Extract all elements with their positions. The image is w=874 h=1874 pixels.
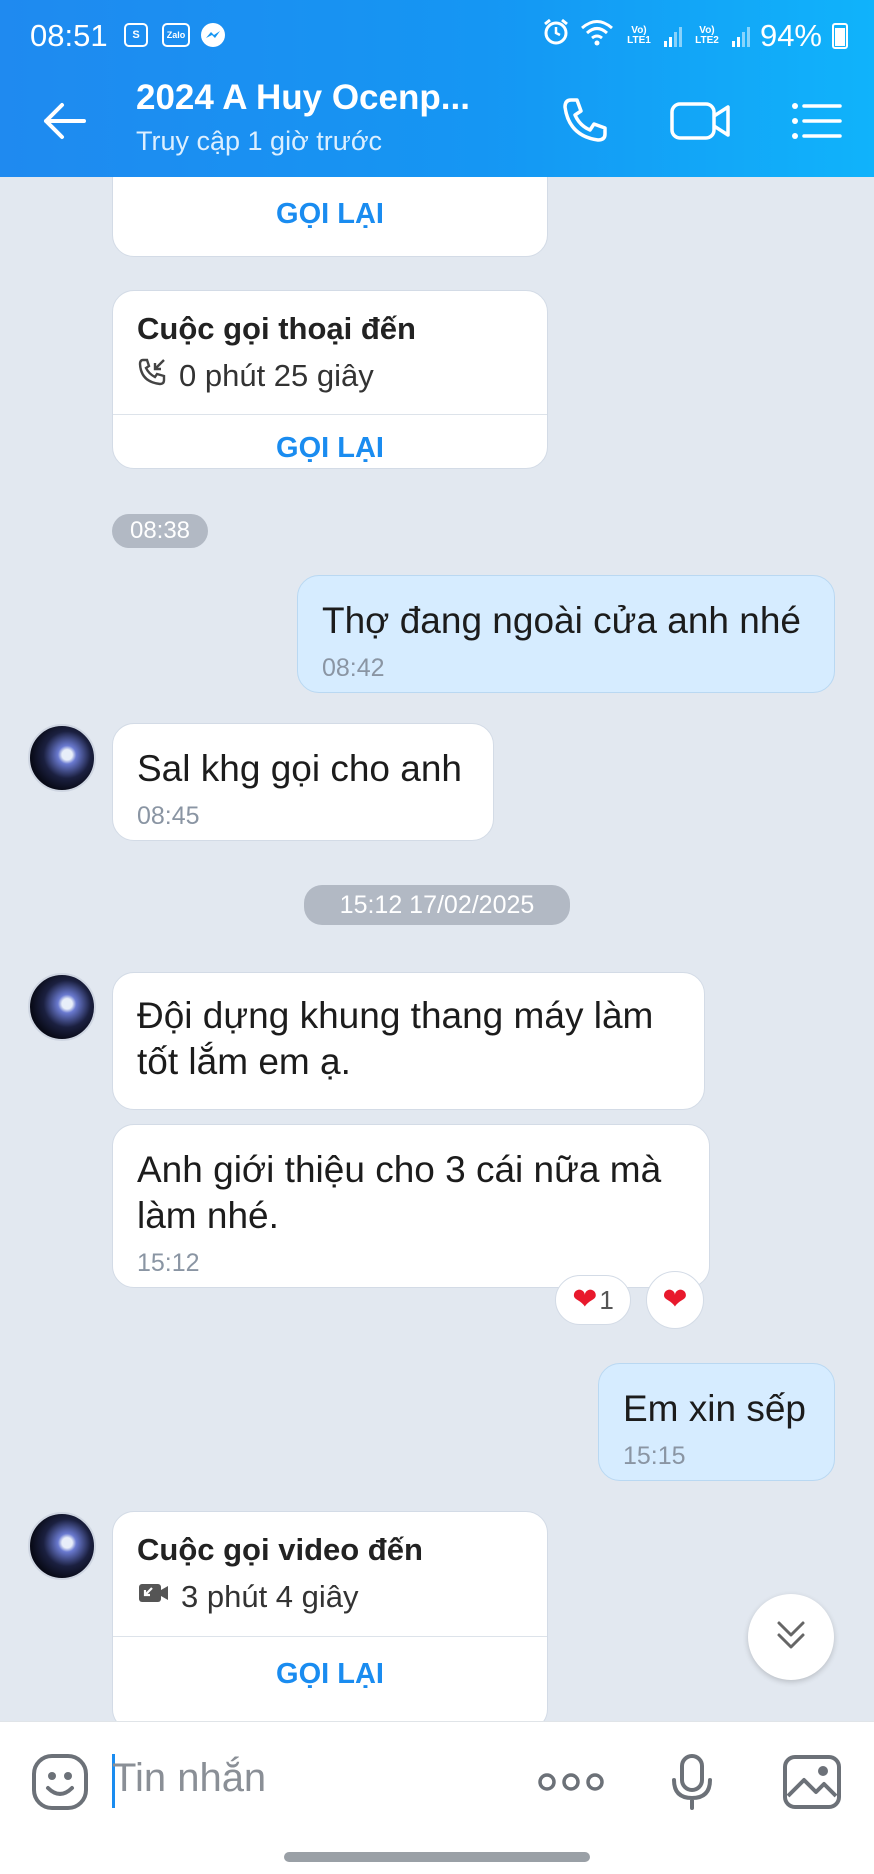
divider [113, 1636, 547, 1637]
wifi-icon [580, 18, 614, 54]
message-time: 08:42 [322, 654, 385, 682]
incoming-message[interactable]: Đội dựng khung thang máy làm tốt lắm em … [112, 972, 705, 1110]
double-chevron-down-icon [773, 1617, 809, 1658]
message-input[interactable]: Tin nhắn [112, 1756, 266, 1801]
video-call-icon[interactable] [668, 92, 734, 150]
message-text: Em xin sếp [623, 1388, 807, 1429]
message-time: 15:15 [623, 1442, 686, 1470]
call-back-button[interactable]: GỌI LẠI [113, 1658, 547, 1691]
top-bar: 08:51 S Zalo Vo) LTE1 Vo) LTE2 94% 2024 … [0, 0, 874, 177]
home-indicator[interactable] [284, 1852, 590, 1862]
signal-2-icon [731, 25, 750, 47]
incoming-call-icon [137, 357, 167, 395]
avatar[interactable] [28, 724, 96, 792]
message-time: 15:12 [137, 1249, 200, 1277]
microphone-icon[interactable] [660, 1750, 724, 1814]
composer-bar: Tin nhắn [0, 1721, 874, 1874]
incoming-message[interactable]: Sal khg gọi cho anh 08:45 [112, 723, 494, 841]
last-seen-status: Truy cập 1 giờ trước [136, 126, 383, 156]
call-card: GỌI LẠI [112, 177, 548, 257]
battery-icon [832, 23, 848, 49]
status-bar: 08:51 S Zalo Vo) LTE1 Vo) LTE2 94% [0, 0, 874, 62]
signal-1-icon [663, 25, 682, 47]
call-title: Cuộc gọi thoại đến [137, 311, 416, 346]
chat-header: 2024 A Huy Ocenp... Truy cập 1 giờ trước [0, 62, 874, 177]
message-time: 08:45 [137, 802, 200, 830]
outgoing-message[interactable]: Thợ đang ngoài cửa anh nhé 08:42 [297, 575, 835, 693]
phone-icon[interactable] [555, 92, 613, 150]
call-title: Cuộc gọi video đến [137, 1532, 423, 1567]
divider [113, 414, 547, 415]
call-duration: 3 phút 4 giây [137, 1578, 359, 1616]
message-text: Thợ đang ngoài cửa anh nhé [322, 600, 801, 641]
incoming-message[interactable]: Anh giới thiệu cho 3 cái nữa mà làm nhé.… [112, 1124, 710, 1288]
call-back-button[interactable]: GỌI LẠI [113, 198, 547, 231]
call-duration: 0 phút 25 giây [137, 357, 374, 395]
zalo-icon: Zalo [162, 23, 190, 47]
call-duration-text: 0 phút 25 giây [179, 358, 374, 393]
message-text-line: Anh giới thiệu cho 3 cái nữa mà [137, 1149, 662, 1190]
scroll-to-bottom-button[interactable] [748, 1594, 834, 1680]
incoming-video-icon [137, 1578, 169, 1616]
heart-icon: ❤ [662, 1283, 688, 1316]
call-card: Cuộc gọi thoại đến 0 phút 25 giây GỌI LẠ… [112, 290, 548, 469]
message-list[interactable]: GỌI LẠI Cuộc gọi thoại đến 0 phút 25 giâ… [0, 177, 874, 1721]
sticker-emoji-icon[interactable] [28, 1750, 92, 1814]
back-arrow-icon[interactable] [40, 96, 90, 146]
menu-list-icon[interactable] [788, 92, 846, 150]
more-options-icon[interactable] [535, 1750, 607, 1814]
message-time-pill: 08:38 [112, 514, 208, 548]
date-separator: 15:12 17/02/2025 [304, 885, 570, 925]
outgoing-message[interactable]: Em xin sếp 15:15 [598, 1363, 835, 1481]
call-card: Cuộc gọi video đến 3 phút 4 giây GỌI LẠI [112, 1511, 548, 1721]
call-back-button[interactable]: GỌI LẠI [113, 432, 547, 465]
react-button[interactable]: ❤ [646, 1271, 704, 1329]
status-time: 08:51 [30, 18, 108, 53]
call-duration-text: 3 phút 4 giây [181, 1579, 359, 1614]
message-text-line: Đội dựng khung thang máy làm [137, 995, 654, 1036]
reaction-summary[interactable]: ❤ 1 [555, 1275, 631, 1325]
message-text: Sal khg gọi cho anh [137, 748, 463, 789]
network-1-label: Vo) LTE1 [627, 25, 651, 46]
message-text-line: tốt lắm em ạ. [137, 1041, 351, 1082]
alarm-icon [542, 18, 570, 54]
shopee-icon: S [124, 23, 148, 47]
battery-percent: 94% [759, 18, 822, 53]
message-text-line: làm nhé. [137, 1195, 279, 1236]
network-2-label: Vo) LTE2 [695, 25, 719, 46]
image-gallery-icon[interactable] [780, 1750, 844, 1814]
avatar[interactable] [28, 1512, 96, 1580]
contact-name[interactable]: 2024 A Huy Ocenp... [136, 78, 506, 118]
reaction-count: 1 [599, 1284, 614, 1315]
avatar[interactable] [28, 973, 96, 1041]
heart-icon: ❤ [572, 1283, 598, 1316]
messenger-icon [200, 22, 226, 53]
